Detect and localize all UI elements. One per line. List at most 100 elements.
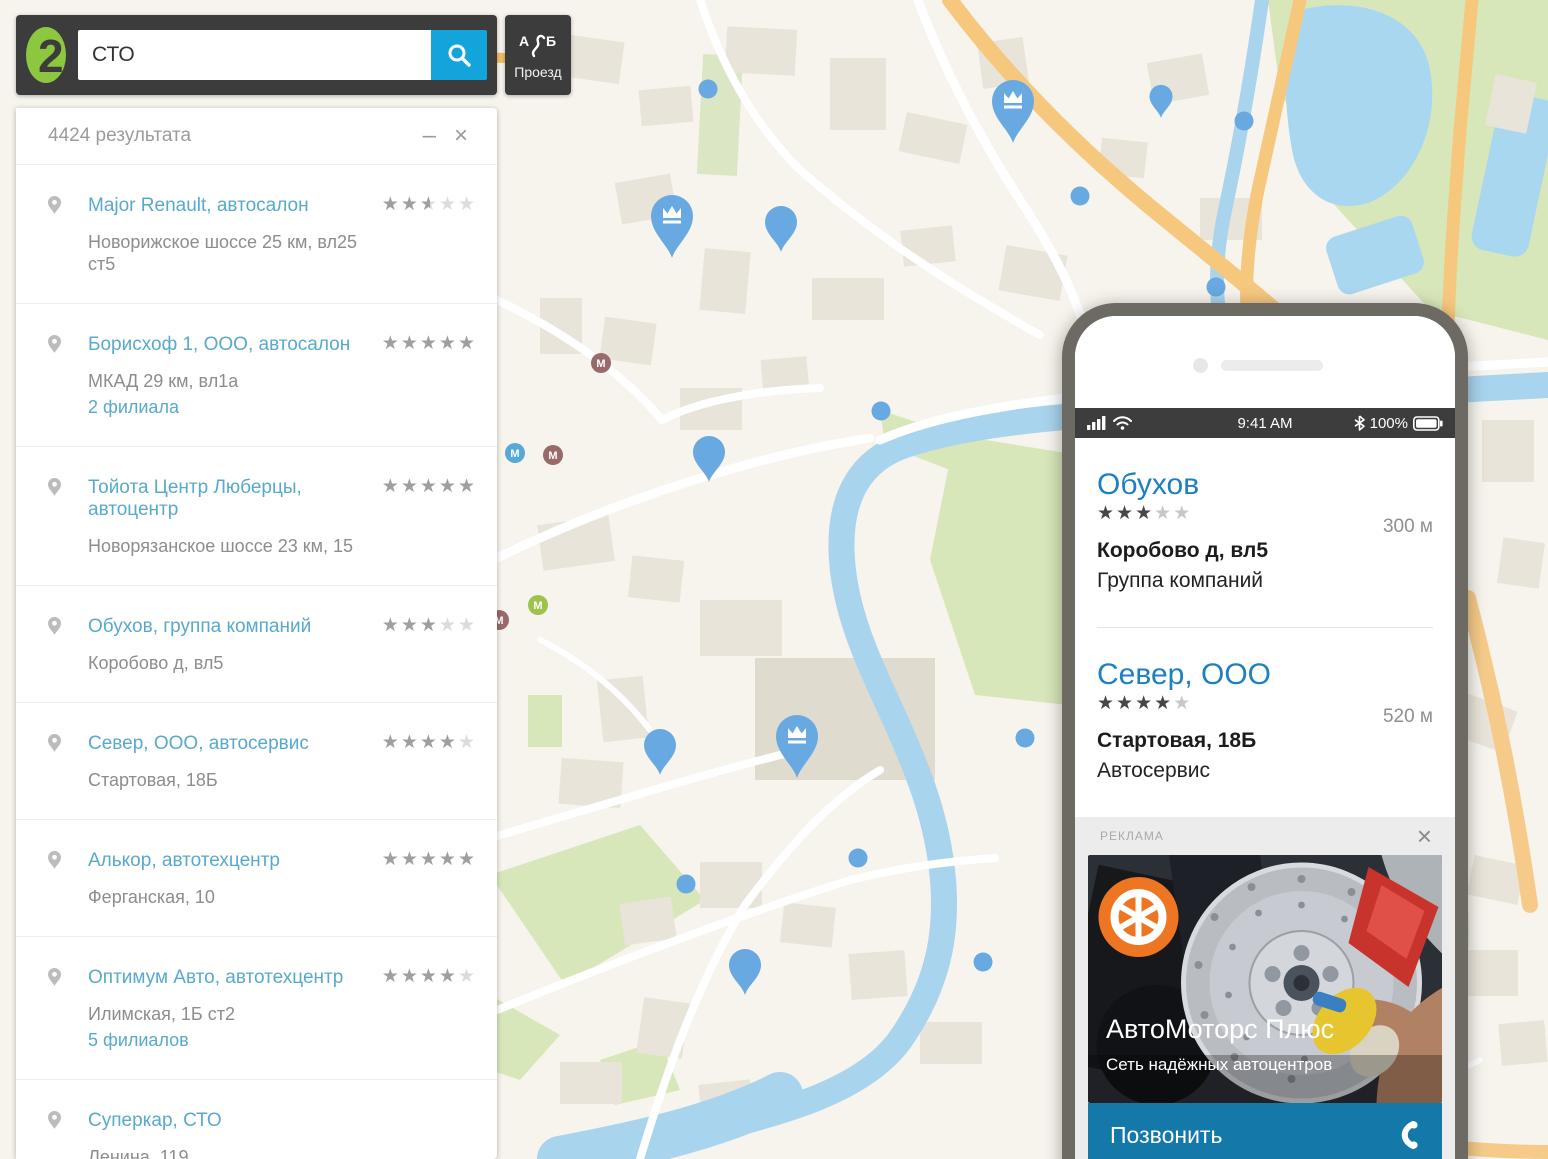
ad-banner[interactable]: АвтоМоторс Плюс Сеть надёжных автоцентро… <box>1088 855 1442 1103</box>
star-icon: ★ <box>458 332 477 355</box>
star-icon: ★ <box>458 965 477 988</box>
search-bar: 2 <box>16 15 497 95</box>
call-button-label: Позвонить <box>1110 1122 1222 1149</box>
star-icon: ★ <box>439 965 458 988</box>
phone-result-title[interactable]: Север, ООО <box>1097 658 1433 692</box>
results-panel-header: 4424 результата – × <box>16 108 497 165</box>
result-item[interactable]: Оптимум Авто, автотехцентр★★★★★Илимская,… <box>16 937 497 1080</box>
star-icon: ★ <box>382 475 401 498</box>
map-dot-marker[interactable] <box>1071 187 1090 206</box>
ad-title: АвтоМоторс Плюс <box>1106 1014 1334 1045</box>
star-icon: ★ <box>420 332 439 355</box>
result-title[interactable]: Борисхоф 1, ООО, автосалон <box>88 334 382 356</box>
ad-label: РЕКЛАМА <box>1100 829 1164 843</box>
result-item[interactable]: Борисхоф 1, ООО, автосалон★★★★★МКАД 29 к… <box>16 304 497 447</box>
route-button-label: Проезд <box>514 64 561 80</box>
star-icon: ★ <box>382 848 401 871</box>
svg-text:М: М <box>548 450 557 462</box>
star-icon: ★ <box>1097 692 1116 715</box>
pin-icon <box>48 734 61 752</box>
bluetooth-icon <box>1354 415 1365 431</box>
ad-close-icon[interactable]: × <box>1417 823 1432 849</box>
result-item[interactable]: Север, ООО, автосервис★★★★★Стартовая, 18… <box>16 703 497 820</box>
result-address: Илимская, 1Б ст2 <box>88 1003 382 1025</box>
star-icon: ★ <box>382 965 401 988</box>
result-item[interactable]: Major Renault, автосалон★★★★★★Новорижско… <box>16 165 497 304</box>
half-star-fill: ★ <box>420 193 430 216</box>
star-icon: ★ <box>382 731 401 754</box>
metro-station-icon[interactable]: М <box>528 595 548 615</box>
route-button[interactable]: А Б Проезд <box>505 15 571 95</box>
phone-camera-icon <box>1193 358 1208 373</box>
ad-block: РЕКЛАМА × <box>1075 817 1455 1159</box>
star-icon: ★ <box>458 731 477 754</box>
map-dot-marker[interactable] <box>699 80 718 99</box>
result-item[interactable]: Тойота Центр Люберцы, автоцентр★★★★★Ново… <box>16 447 497 586</box>
phone-result-item[interactable]: Обухов★★★★★Коробово д, вл5300 мГруппа ко… <box>1097 438 1433 628</box>
search-button[interactable] <box>431 30 487 80</box>
results-count: 4424 результата <box>48 125 414 147</box>
app-window: МММММ 2 А Б Проезд 4424 результата – <box>0 0 1548 1159</box>
phone-result-subtitle: Автосервис <box>1097 759 1433 783</box>
star-icon: ★ <box>1154 502 1173 525</box>
map-dot-marker[interactable] <box>1016 729 1035 748</box>
close-icon[interactable]: × <box>445 124 477 148</box>
result-title[interactable]: Суперкар, СТО <box>88 1110 382 1132</box>
svg-text:М: М <box>596 358 605 370</box>
search-input[interactable] <box>78 30 431 80</box>
map-dot-marker[interactable] <box>872 402 891 421</box>
result-address: Коробово д, вл5 <box>88 652 382 674</box>
pin-icon <box>48 617 61 635</box>
result-title[interactable]: Major Renault, автосалон <box>88 195 382 217</box>
map-dot-marker[interactable] <box>677 875 696 894</box>
star-icon: ★ <box>1173 502 1192 525</box>
svg-text:М: М <box>510 448 519 460</box>
phone-result-item[interactable]: Север, ООО★★★★★Стартовая, 18Б520 мАвтосе… <box>1097 628 1433 817</box>
svg-text:Б: Б <box>546 33 556 49</box>
svg-text:М: М <box>533 600 542 612</box>
phone-result-title[interactable]: Обухов <box>1097 468 1433 502</box>
result-title[interactable]: Обухов, группа компаний <box>88 616 382 638</box>
result-item[interactable]: Обухов, группа компаний★★★★★Коробово д, … <box>16 586 497 703</box>
phone-result-distance: 300 м <box>1383 516 1433 538</box>
2gis-logo-icon[interactable]: 2 <box>16 15 78 95</box>
star-icon: ★ <box>420 731 439 754</box>
metro-station-icon[interactable]: М <box>591 353 611 373</box>
result-item[interactable]: Суперкар, СТОЛенина, 119 <box>16 1080 497 1159</box>
search-field-wrap <box>78 30 431 80</box>
result-branches-link[interactable]: 5 филиалов <box>88 1029 382 1051</box>
star-icon: ★ <box>1173 692 1192 715</box>
star-icon: ★ <box>1135 692 1154 715</box>
result-title[interactable]: Тойота Центр Люберцы, автоцентр <box>88 477 382 521</box>
svg-text:А: А <box>519 33 529 49</box>
pin-icon <box>48 196 61 214</box>
rating-stars: ★★★★★ <box>382 731 477 754</box>
phone-status-bar: 9:41 AM 100% <box>1075 408 1455 438</box>
ad-header: РЕКЛАМА × <box>1088 817 1442 855</box>
map-dot-marker[interactable] <box>974 953 993 972</box>
metro-station-icon[interactable]: М <box>505 443 525 463</box>
star-icon: ★ <box>1116 502 1135 525</box>
map-dot-marker[interactable] <box>849 849 868 868</box>
result-title[interactable]: Север, ООО, автосервис <box>88 733 382 755</box>
phone-bezel <box>1075 316 1455 408</box>
minimize-icon[interactable]: – <box>414 124 445 148</box>
phone-mockup: 9:41 AM 100% Обухов★★★★★Коробово д, вл53… <box>1062 303 1468 1159</box>
metro-station-icon[interactable]: М <box>543 445 563 465</box>
result-title[interactable]: Алькор, автотехцентр <box>88 850 382 872</box>
star-icon: ★ <box>401 965 420 988</box>
star-icon: ★ <box>439 193 458 216</box>
star-icon: ★ <box>382 332 401 355</box>
result-title[interactable]: Оптимум Авто, автотехцентр <box>88 967 382 989</box>
phone-results-list: Обухов★★★★★Коробово д, вл5300 мГруппа ко… <box>1075 438 1455 817</box>
result-branches-link[interactable]: 2 филиала <box>88 396 382 418</box>
call-button[interactable]: Позвонить <box>1088 1103 1442 1159</box>
result-address: МКАД 29 км, вл1а <box>88 370 382 392</box>
rating-stars: ★★★★★ <box>382 332 477 355</box>
star-icon: ★ <box>382 614 401 637</box>
result-item[interactable]: Алькор, автотехцентр★★★★★Ферганская, 10 <box>16 820 497 937</box>
map-dot-marker[interactable] <box>1207 278 1226 297</box>
map-dot-marker[interactable] <box>1235 112 1254 131</box>
star-icon: ★ <box>439 475 458 498</box>
results-panel: 4424 результата – × Major Renault, автос… <box>16 108 497 1159</box>
